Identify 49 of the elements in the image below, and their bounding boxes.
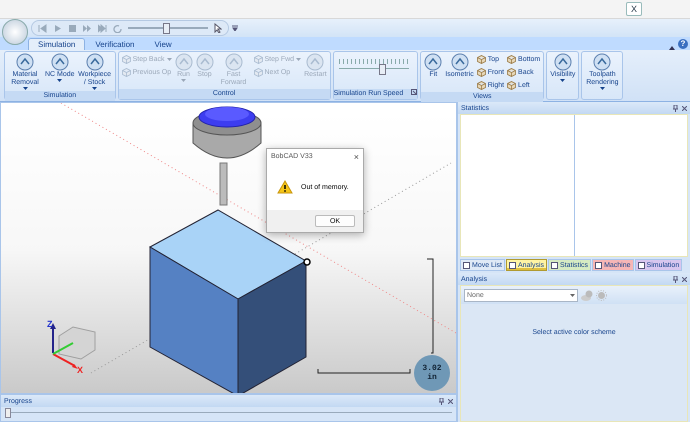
caret-icon: [570, 294, 575, 296]
cube-icon: [122, 54, 131, 64]
cursor-icon[interactable]: [214, 23, 222, 33]
tab-icon: [463, 262, 470, 268]
stop-icon[interactable]: [68, 24, 77, 32]
cube-icon: [476, 68, 486, 76]
pin-icon[interactable]: [673, 104, 678, 112]
dialog-launcher-icon[interactable]: [411, 89, 418, 95]
close-button[interactable]: X: [626, 2, 642, 16]
first-icon[interactable]: [38, 24, 47, 32]
ribbon-tab[interactable]: Simulation: [28, 38, 86, 50]
close-icon[interactable]: [682, 276, 687, 282]
cube-icon: [254, 54, 262, 64]
cube-icon: [254, 68, 262, 76]
ribbon-tab[interactable]: View: [144, 38, 182, 50]
help-button[interactable]: ?: [678, 39, 688, 49]
pick-point-icon: [303, 258, 311, 266]
cube-icon: [476, 54, 486, 64]
cube-icon: [507, 80, 516, 90]
slider-thumb[interactable]: [163, 22, 170, 34]
last-icon[interactable]: [98, 24, 107, 32]
tab-icon: [551, 262, 558, 268]
axis-label: X: [77, 365, 84, 375]
speed-slider[interactable]: [338, 59, 409, 73]
pin-icon[interactable]: [673, 276, 678, 282]
scale-unit: in: [427, 373, 437, 382]
cube-icon: [476, 80, 486, 90]
scale-value: 3.02: [422, 364, 442, 373]
app-menu-button[interactable]: [2, 19, 28, 45]
tab-icon: [595, 262, 602, 268]
cube-icon: [507, 68, 516, 76]
slider-thumb[interactable]: [5, 408, 11, 418]
close-button[interactable]: ×: [354, 152, 359, 162]
close-icon[interactable]: [682, 106, 687, 110]
fast-forward-icon[interactable]: [83, 24, 92, 32]
cube-icon: [122, 68, 131, 76]
play-icon[interactable]: [53, 24, 62, 32]
tab-icon: [638, 262, 645, 268]
warning-icon: [277, 180, 293, 194]
ribbon-tab[interactable]: Verification: [85, 38, 144, 50]
customize-icon[interactable]: [232, 25, 238, 31]
slider-thumb[interactable]: [379, 64, 386, 75]
close-icon[interactable]: [448, 398, 453, 404]
progress-slider[interactable]: [7, 408, 452, 418]
cube-icon: [507, 54, 516, 64]
restart-icon[interactable]: [113, 24, 122, 32]
axis-label: Z: [47, 319, 52, 329]
tab-icon: [508, 262, 516, 268]
pin-icon[interactable]: [439, 398, 444, 404]
